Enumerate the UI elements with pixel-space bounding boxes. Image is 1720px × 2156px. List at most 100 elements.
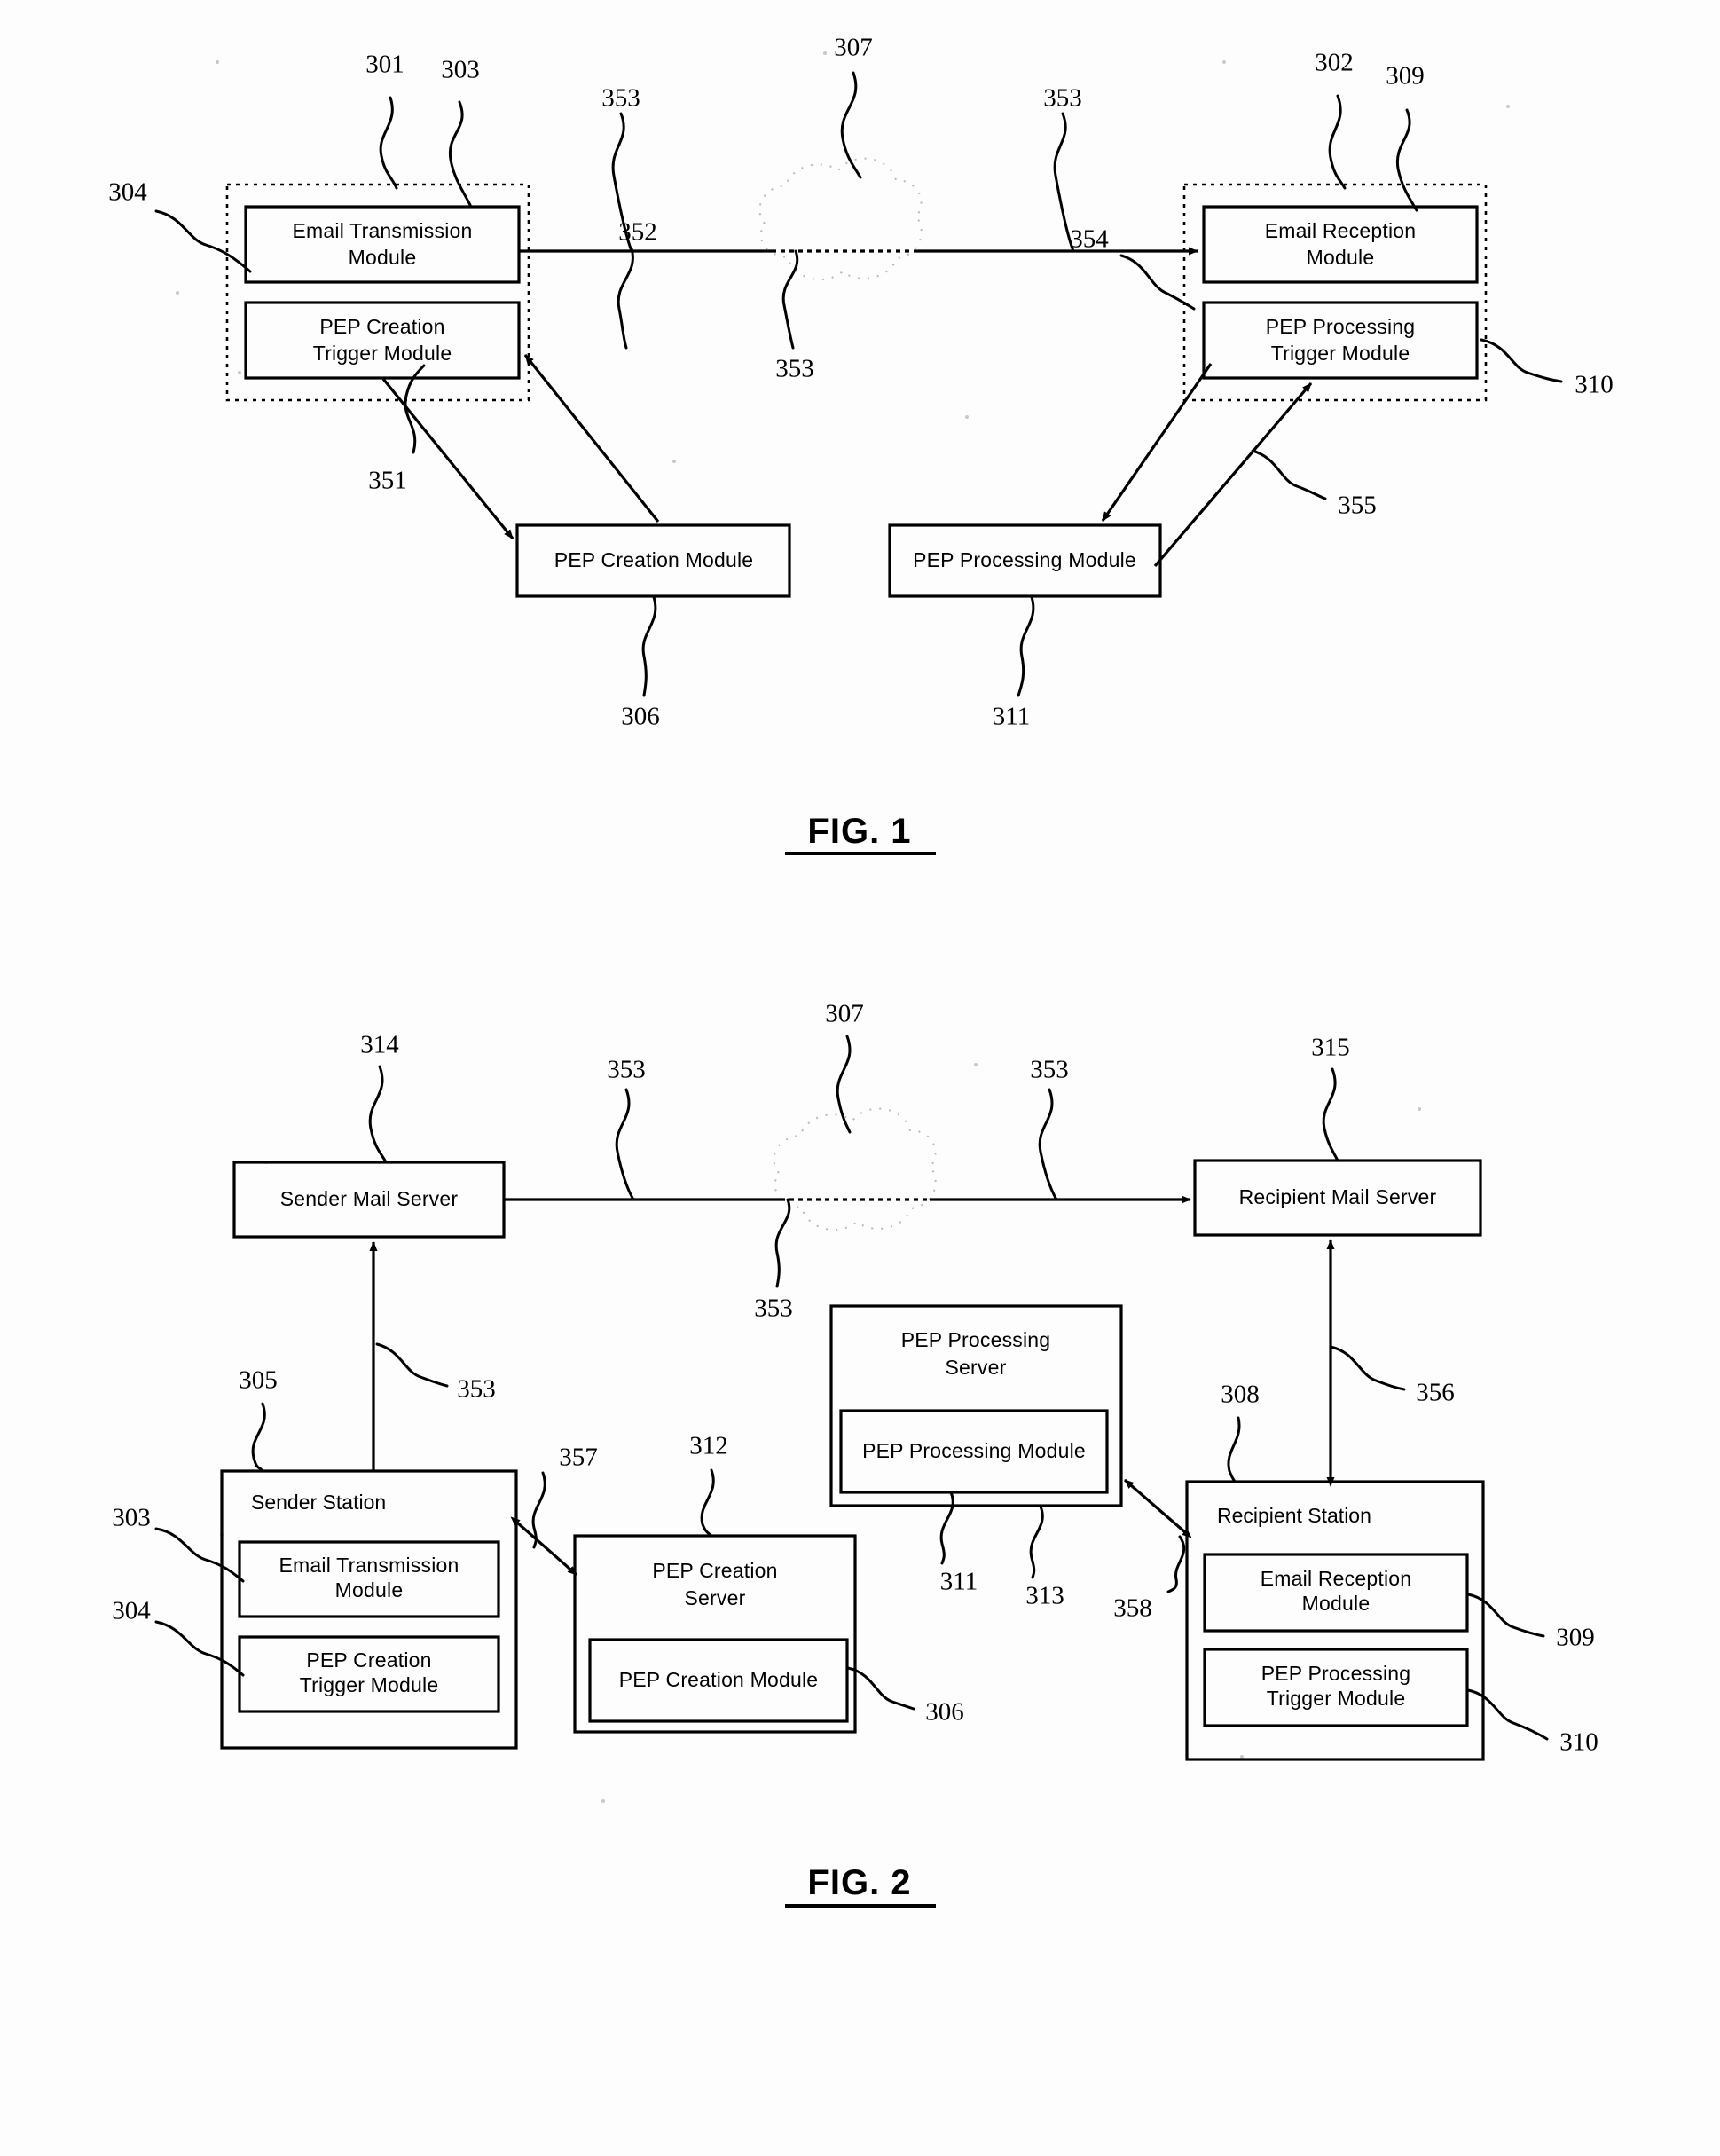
f2-pep-processing-server-label-line2: Server <box>946 1356 1007 1379</box>
f2-arrow-357 <box>510 1516 578 1577</box>
figure-1: Email Transmission Module PEP Creation T… <box>108 34 1614 855</box>
f2-leader-358 <box>1166 1535 1186 1593</box>
f2-ref-308: 308 <box>1221 1381 1260 1409</box>
f2-ref-314: 314 <box>360 1031 399 1059</box>
f2-leader-312 <box>700 1468 715 1538</box>
f1-leader-307 <box>840 71 862 179</box>
f2-ref-303: 303 <box>112 1504 151 1532</box>
f1-pep-processing-module-label: PEP Processing Module <box>913 548 1136 571</box>
f2-ref-353-up: 353 <box>457 1375 496 1404</box>
f2-pep-creation-server-label-line1: PEP Creation <box>652 1559 777 1582</box>
f1-pep-processing-trigger-module-label-line2: Trigger Module <box>1271 342 1410 365</box>
f1-pep-processing-trigger-module-label-line1: PEP Processing <box>1266 315 1416 338</box>
f2-leader-315 <box>1322 1067 1339 1162</box>
f2-sender-mail-server-label: Sender Mail Server <box>280 1187 459 1210</box>
f1-leader-310 <box>1480 338 1563 383</box>
f2-pep-creation-trigger-module-label-line1: PEP Creation <box>306 1648 431 1672</box>
f2-leader-307 <box>836 1035 852 1134</box>
f1-leader-302 <box>1328 94 1347 190</box>
f1-leader-306 <box>641 595 657 697</box>
f2-leader-306 <box>846 1666 915 1711</box>
f2-email-transmission-module-label-line2: Module <box>335 1578 404 1601</box>
f2-ref-307: 307 <box>825 1000 864 1028</box>
f1-pep-creation-trigger-module-label-line1: PEP Creation <box>319 315 444 338</box>
network-cloud-307-fig2 <box>773 1107 937 1231</box>
f1-pep-creation-module-label: PEP Creation Module <box>554 548 754 571</box>
f2-leader-309 <box>1466 1593 1545 1638</box>
f1-ref-302: 302 <box>1315 49 1354 77</box>
f2-ref-312: 312 <box>689 1432 728 1460</box>
f2-ref-309: 309 <box>1556 1624 1595 1652</box>
f1-ref-301: 301 <box>365 51 404 79</box>
f2-ref-306: 306 <box>925 1698 964 1727</box>
f2-leader-303 <box>154 1527 245 1583</box>
f1-leader-309 <box>1395 108 1418 212</box>
f1-ref-355: 355 <box>1338 492 1377 520</box>
f2-pep-processing-server-label-line1: PEP Processing <box>901 1328 1051 1351</box>
network-cloud-307 <box>758 157 923 280</box>
f1-email-transmission-module-box <box>244 205 521 284</box>
f2-ref-356: 356 <box>1416 1379 1455 1407</box>
figure-canvas: Email Transmission Module PEP Creation T… <box>108 34 1614 1908</box>
f2-email-reception-module-label-line2: Module <box>1302 1592 1371 1615</box>
f1-leader-304 <box>154 209 252 273</box>
f2-leader-353-b <box>1038 1088 1058 1201</box>
f1-ref-309: 309 <box>1386 62 1425 90</box>
f1-email-transmission-module-label-line2: Module <box>349 246 417 269</box>
f1-ref-304: 304 <box>108 178 147 207</box>
f2-leader-353-cloud <box>774 1198 791 1288</box>
fig2-caption: FIG. 2 <box>807 1863 911 1902</box>
f2-sender-station-title: Sender Station <box>251 1491 386 1514</box>
f2-pep-creation-server-label-line2: Server <box>685 1586 746 1609</box>
f2-leader-357 <box>531 1471 546 1549</box>
figure-2: Sender Mail Server Recipient Mail Server… <box>112 1000 1598 1908</box>
f2-recipient-station-title: Recipient Station <box>1217 1504 1371 1527</box>
f1-ref-351: 351 <box>368 467 407 495</box>
f1-leader-355 <box>1251 449 1327 500</box>
f1-email-reception-module-label-line2: Module <box>1307 246 1375 269</box>
f2-leader-305 <box>251 1402 266 1473</box>
f2-email-transmission-module-label-line1: Email Transmission <box>279 1554 459 1577</box>
f1-pep-creation-trigger-module-box <box>244 301 521 380</box>
f1-leader-303 <box>448 100 473 209</box>
f1-pep-processing-trigger-module-box <box>1202 301 1479 380</box>
f1-email-transmission-module-label-line1: Email Transmission <box>293 219 473 242</box>
f2-pep-creation-module-label: PEP Creation Module <box>619 1668 819 1691</box>
f1-leader-301 <box>379 96 398 190</box>
f1-email-reception-module-box <box>1202 205 1479 284</box>
f1-arrow-352 <box>523 354 660 523</box>
f1-ref-311: 311 <box>993 703 1030 731</box>
f2-ref-311: 311 <box>940 1568 978 1596</box>
f2-arrow-358 <box>1123 1478 1192 1538</box>
f2-leader-310 <box>1466 1688 1549 1741</box>
f1-sender-station-container <box>225 183 530 402</box>
f2-leader-353-up <box>375 1342 449 1388</box>
f2-pep-processing-trigger-module-label-line1: PEP Processing <box>1261 1662 1411 1685</box>
f1-arrow-354 <box>1101 363 1213 522</box>
f2-pep-processing-trigger-module-label-line2: Trigger Module <box>1267 1687 1406 1710</box>
f2-ref-353-b: 353 <box>1030 1056 1069 1084</box>
f1-ref-306: 306 <box>621 703 660 731</box>
f2-ref-353-cloud: 353 <box>754 1294 793 1323</box>
f2-pep-processing-module-label: PEP Processing Module <box>862 1439 1086 1462</box>
f2-leader-314 <box>368 1065 387 1162</box>
f1-leader-353-cloud <box>781 249 799 350</box>
f2-recipient-mail-server-label: Recipient Mail Server <box>1239 1185 1437 1208</box>
f2-leader-313 <box>1029 1505 1044 1579</box>
f1-ref-354: 354 <box>1070 225 1109 254</box>
f2-ref-315: 315 <box>1311 1034 1350 1062</box>
f1-ref-310: 310 <box>1575 371 1614 399</box>
f1-ref-353-cloud: 353 <box>775 355 814 383</box>
f2-ref-353-a: 353 <box>607 1056 646 1084</box>
f2-ref-310: 310 <box>1559 1728 1598 1757</box>
f2-ref-357: 357 <box>559 1444 598 1472</box>
f2-leader-304 <box>154 1620 245 1677</box>
f1-leader-311 <box>1017 595 1035 697</box>
f2-ref-305: 305 <box>239 1366 278 1395</box>
f1-leader-352 <box>617 247 634 350</box>
f1-arrow-351 <box>381 377 514 540</box>
f2-email-reception-module-label-line1: Email Reception <box>1261 1567 1411 1590</box>
f2-leader-311 <box>939 1491 954 1565</box>
f1-email-reception-module-label-line1: Email Reception <box>1265 219 1416 242</box>
f1-ref-353-right: 353 <box>1043 84 1082 113</box>
